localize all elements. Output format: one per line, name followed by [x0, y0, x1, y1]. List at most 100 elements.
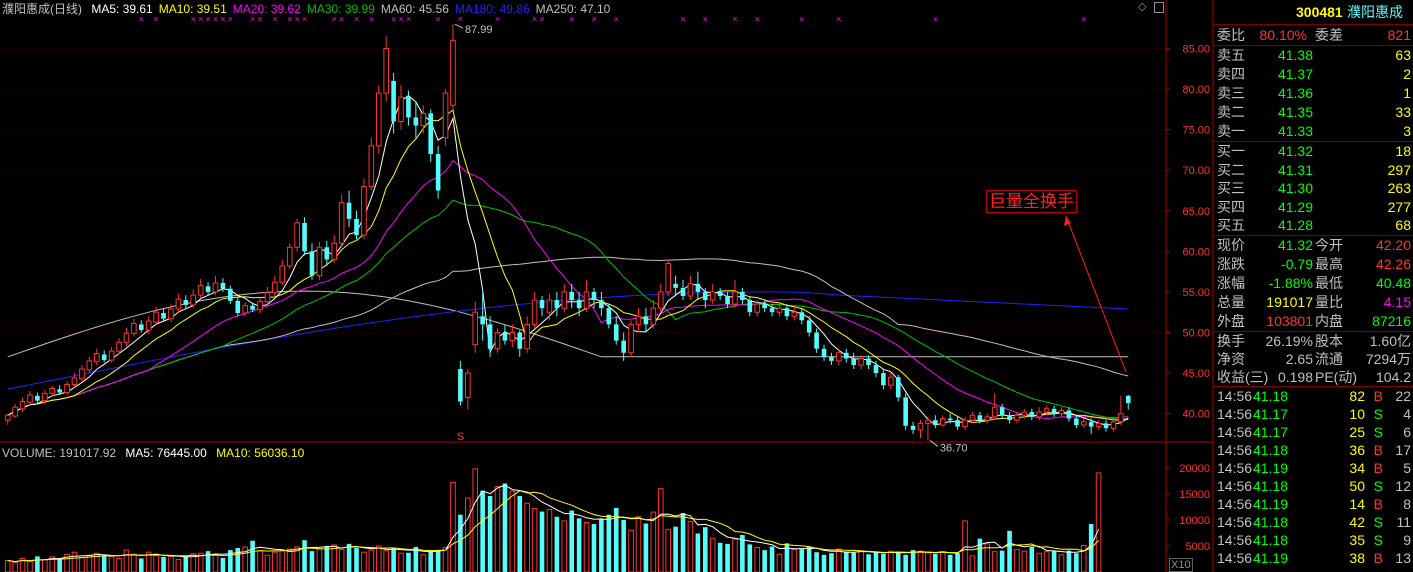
candle-body: [613, 324, 619, 341]
volume-bar: [554, 516, 560, 572]
bid-row: 买五 41.28 68: [1214, 216, 1413, 235]
candle-body: [1066, 410, 1072, 419]
candle-body: [851, 358, 857, 365]
volume-bar: [569, 510, 575, 572]
weibi-label: 委比: [1217, 27, 1245, 43]
volume-bar: [458, 514, 463, 572]
sell-signal-marker: S: [457, 431, 464, 443]
stat-value: -1.88%: [1268, 274, 1313, 291]
stat-value: 191017: [1266, 293, 1313, 310]
diamond-icon[interactable]: ◇: [1138, 0, 1146, 13]
candle-body: [821, 348, 827, 357]
volume-bar: [257, 550, 263, 572]
candle-body: [279, 265, 286, 283]
volume-bar: [821, 554, 827, 572]
tick-count: 4: [1403, 405, 1411, 422]
candle-body: [472, 311, 479, 346]
volume-bar: [1058, 554, 1065, 572]
volume-bar: [183, 556, 189, 572]
candle-body: [398, 96, 404, 122]
volume-bar: [391, 548, 396, 572]
candle-body: [131, 323, 137, 334]
tick-row: 14:56 41.18 36 B 17: [1214, 441, 1413, 459]
ask-label: 卖二: [1217, 104, 1245, 120]
ask-volume: 2: [1403, 66, 1411, 82]
candle-body: [12, 406, 18, 417]
candle-body: [250, 305, 255, 310]
candle-body: [858, 357, 864, 366]
candle-body: [591, 291, 597, 301]
volume-bar: [687, 520, 694, 572]
volume-tick-label: 10000: [1179, 515, 1210, 527]
volume-bar: [428, 551, 434, 572]
volume-bar: [628, 529, 634, 572]
ask-label: 卖三: [1217, 85, 1245, 101]
stat-value: 40.48: [1375, 274, 1411, 291]
ask-row: 卖一 41.33 3: [1214, 122, 1413, 141]
candle-body: [354, 218, 359, 236]
candle-body: [450, 39, 456, 106]
candle-body: [984, 416, 991, 421]
volume-bar: [442, 547, 449, 572]
tick-volume: 10: [1349, 405, 1365, 422]
tick-count: 22: [1395, 387, 1411, 404]
candle-body: [939, 418, 946, 426]
candle-body: [331, 242, 338, 260]
tick-volume: 35: [1349, 531, 1365, 548]
bid-row: 买一 41.32 18: [1214, 142, 1413, 161]
tick-row: 14:56 41.19 38 B 13: [1214, 549, 1413, 567]
volume-bar: [354, 548, 359, 572]
volume-bar: [910, 550, 916, 572]
tick-row: 14:56 41.18 35 S 9: [1214, 531, 1413, 549]
annotation-arrow-head: [1064, 216, 1071, 226]
signal-marker: ×: [703, 14, 708, 24]
candle-body: [1051, 408, 1057, 414]
tick-count: 12: [1395, 477, 1411, 494]
candle-body: [709, 291, 716, 301]
fund-value: 0.198: [1277, 368, 1313, 385]
volume-bar: [665, 528, 671, 572]
candle-body: [599, 300, 604, 309]
ma-legend-item: MA10: 39.51: [158, 2, 227, 16]
stat-label: 外盘: [1217, 312, 1245, 329]
ma-legend-item: MA250: 47.10: [535, 2, 611, 16]
bid-row: 买四 41.29 277: [1214, 198, 1413, 217]
candle-body: [843, 352, 849, 359]
candle-body: [1095, 422, 1102, 428]
x10-label: X10: [1169, 558, 1193, 572]
volume-bar: [561, 520, 568, 572]
ma-legend-item: MA180: 49.86: [454, 2, 530, 16]
candle-body: [776, 307, 783, 313]
bid-label: 买五: [1217, 217, 1245, 233]
candle-body: [1036, 411, 1043, 418]
ask-volume: 33: [1395, 104, 1411, 120]
candle-body: [79, 368, 85, 380]
annotation-text: 巨量全换手: [989, 192, 1074, 211]
volume-bar: [302, 540, 307, 572]
candle-body: [791, 311, 798, 317]
restore-icon[interactable]: [1154, 2, 1164, 13]
volume-bar: [161, 556, 166, 572]
candle-body: [546, 299, 553, 313]
candle-body: [554, 300, 560, 309]
ma30-line: [7, 199, 1129, 420]
candle-body: [1118, 413, 1124, 423]
volume-bar: [338, 549, 345, 572]
volume-bar: [858, 550, 864, 572]
candle-body: [205, 286, 211, 292]
signal-marker: ×: [933, 14, 938, 24]
candle-body: [531, 299, 538, 325]
high-pointer: [454, 23, 464, 29]
tick-count: 5: [1403, 459, 1411, 476]
volume-bar: [250, 540, 255, 572]
volume-bar: [406, 552, 411, 572]
volume-bar: [235, 548, 241, 572]
volume-bar: [57, 558, 62, 572]
volume-bar: [621, 519, 626, 572]
volume-bar: [1021, 550, 1028, 572]
bid-price: 41.28: [1277, 217, 1313, 233]
tick-price: 41.17: [1252, 423, 1288, 440]
kline-chart[interactable]: 40.00 45.00 50.00 55.00 60.00 65.00 70.00 75.00…: [0, 0, 1413, 572]
candle-body: [324, 247, 330, 260]
candle-body: [947, 418, 953, 421]
